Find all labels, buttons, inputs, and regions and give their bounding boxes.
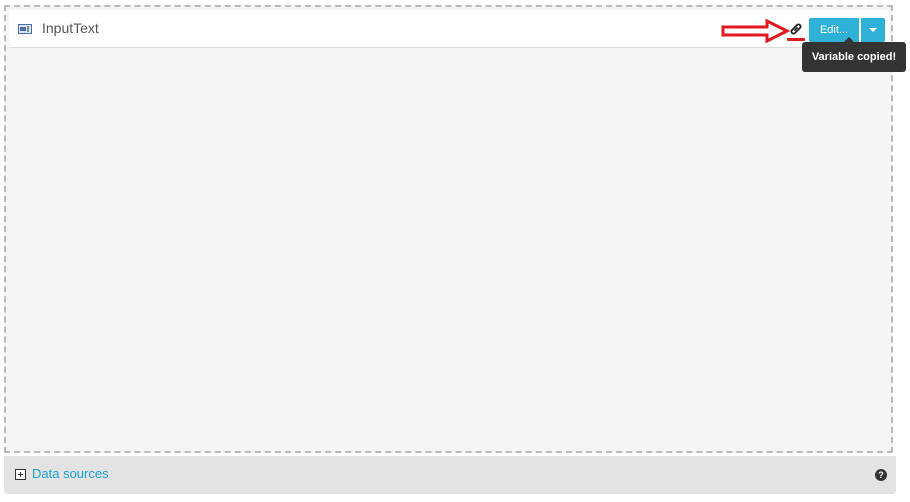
input-text-icon <box>18 24 32 34</box>
link-underline-annotation <box>787 38 805 41</box>
expand-plus-icon[interactable] <box>15 469 26 480</box>
red-arrow-annotation <box>721 19 791 43</box>
data-sources-link[interactable]: Data sources <box>32 466 109 481</box>
tooltip-text: Variable copied! <box>811 51 897 63</box>
help-icon[interactable]: ? <box>875 469 887 481</box>
variable-copied-tooltip: Variable copied! <box>802 37 906 72</box>
edit-dropdown-button[interactable] <box>861 18 885 42</box>
caret-down-icon <box>869 28 877 32</box>
component-canvas <box>4 5 893 453</box>
tooltip-pointer <box>844 37 854 42</box>
component-title: InputText <box>42 20 99 36</box>
link-icon[interactable] <box>789 22 803 36</box>
data-sources-footer: Data sources ? <box>4 456 896 494</box>
component-header: InputText Edit... <box>9 10 889 48</box>
